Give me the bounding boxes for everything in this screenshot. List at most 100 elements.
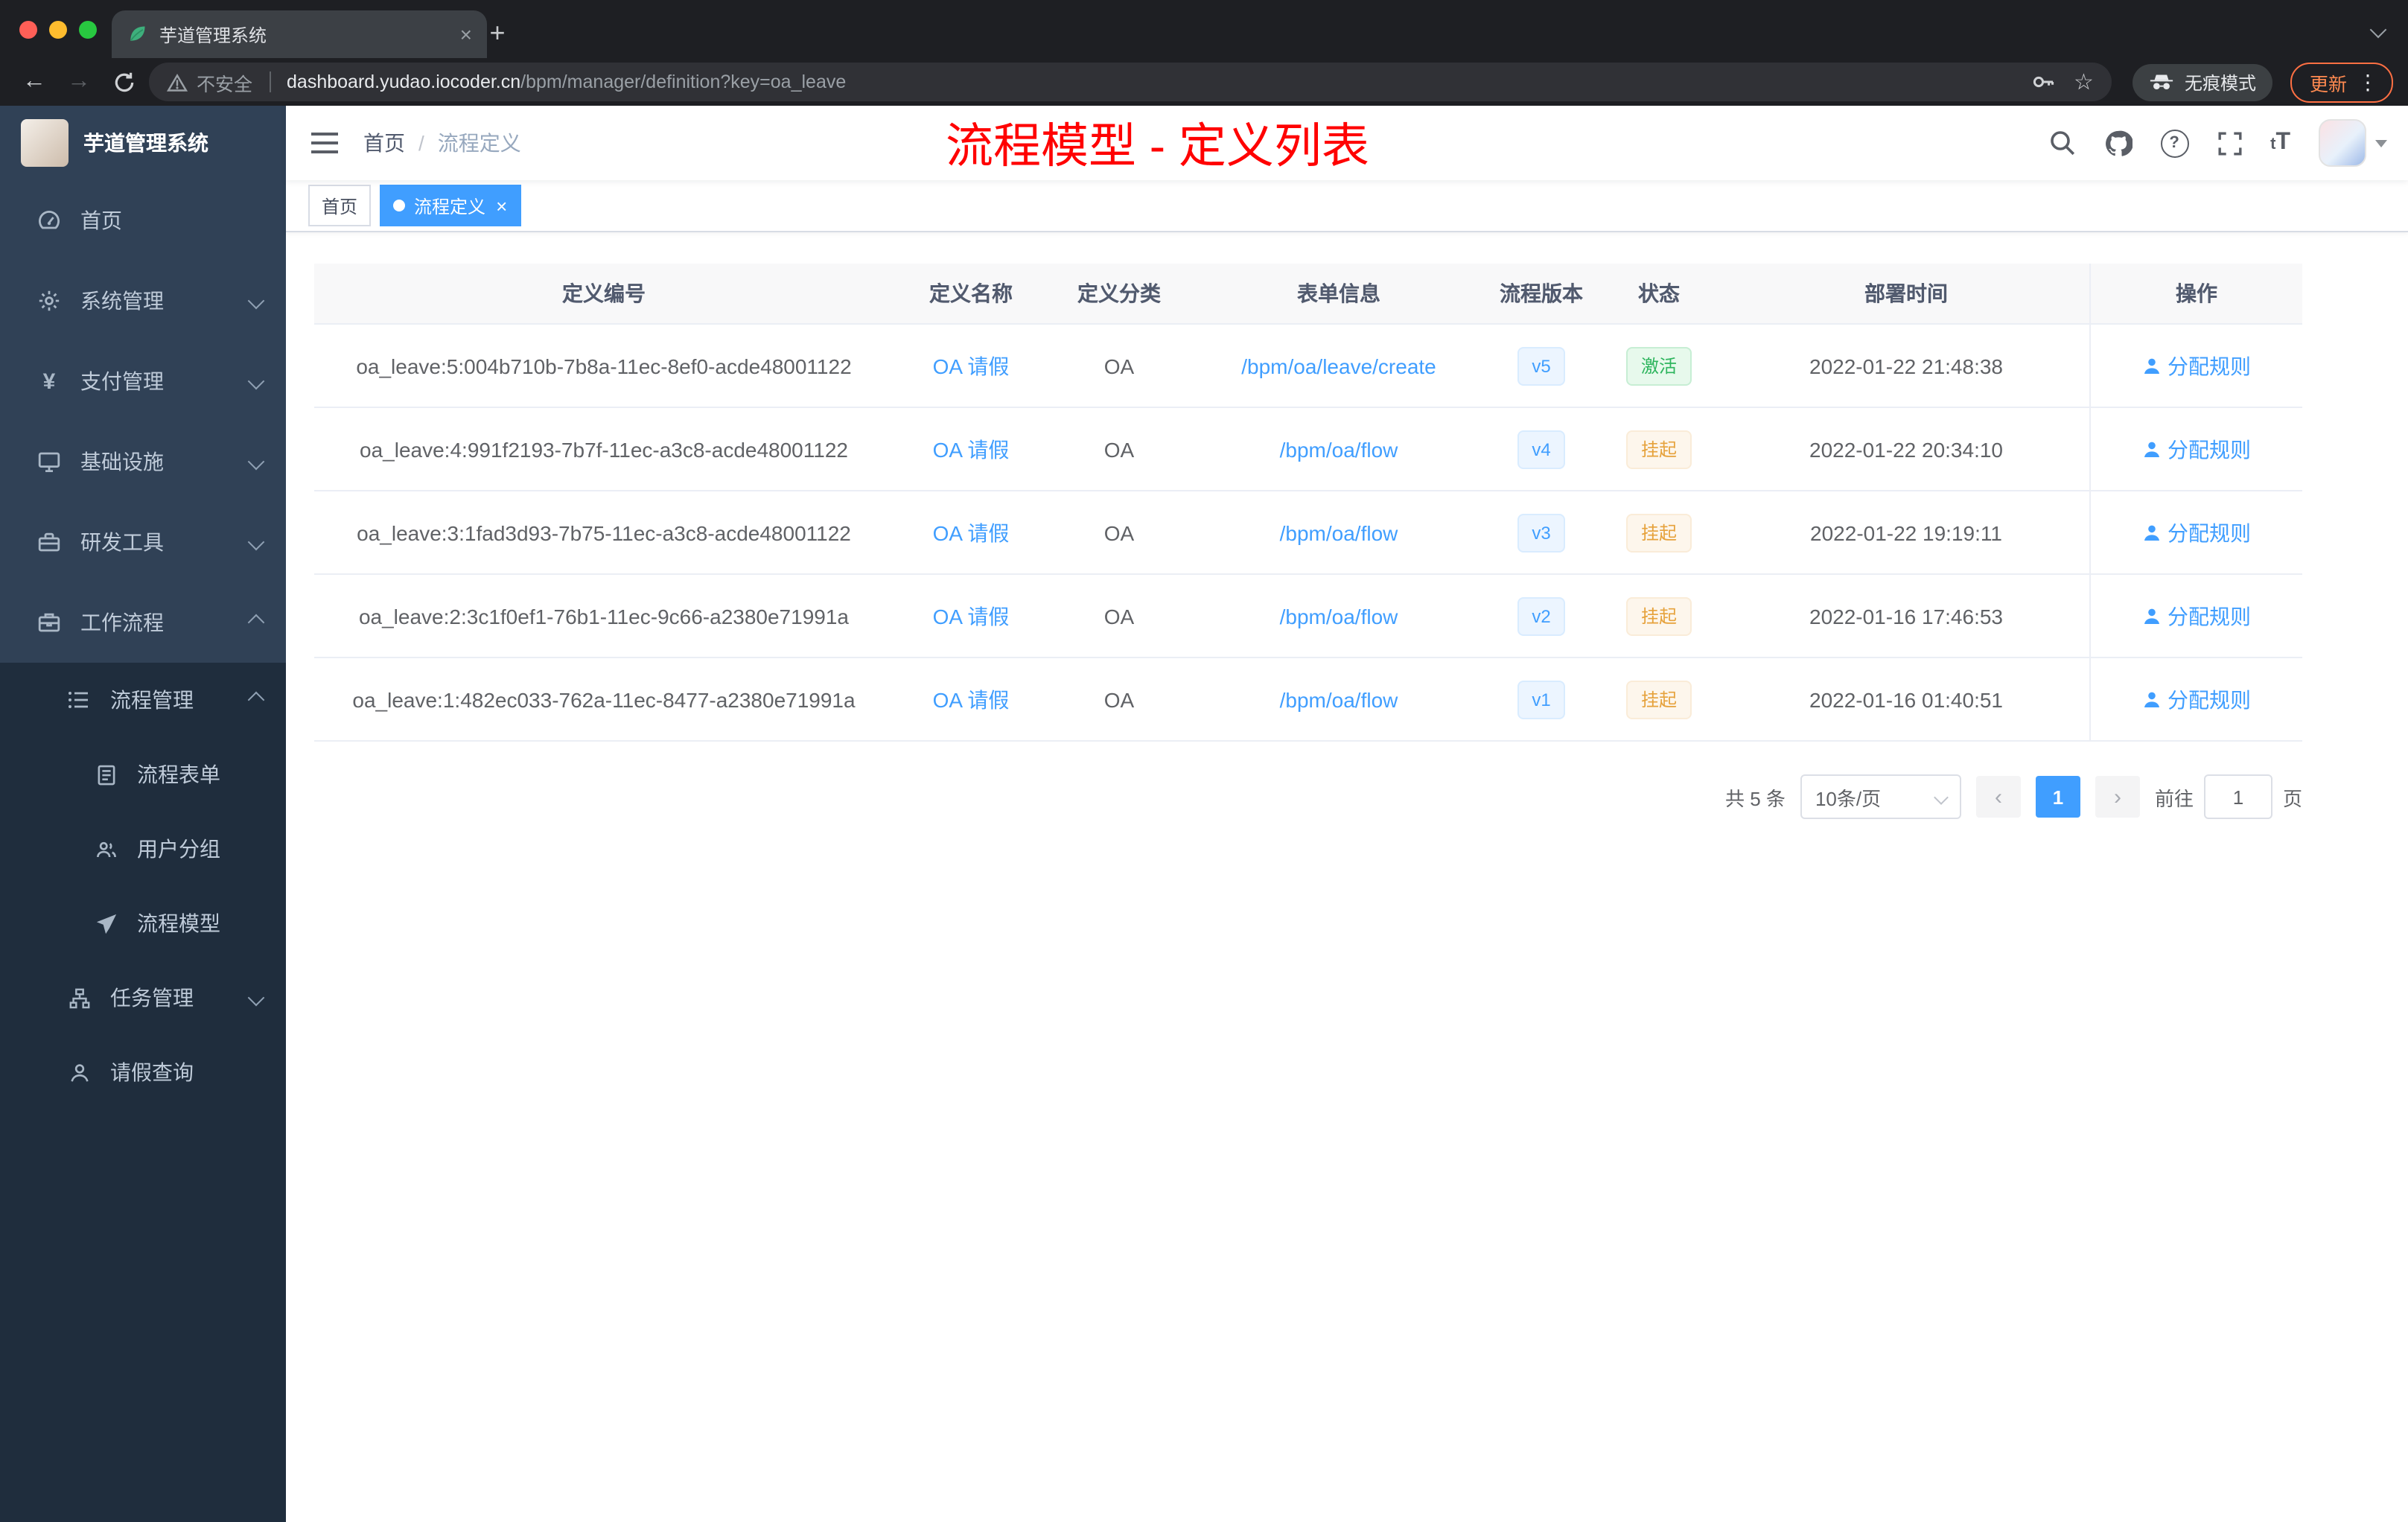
form-link[interactable]: /bpm/oa/flow: [1280, 437, 1398, 461]
url-text: dashboard.yudao.iocoder.cn/bpm/manager/d…: [287, 71, 846, 92]
warning-triangle-icon: [167, 72, 188, 92]
close-window-button[interactable]: [19, 20, 37, 38]
goto-page-input[interactable]: [2203, 774, 2272, 819]
zoom-window-button[interactable]: [79, 20, 97, 38]
minimize-window-button[interactable]: [49, 20, 67, 38]
form-link[interactable]: /bpm/oa/flow: [1280, 687, 1398, 711]
definition-table: 定义编号 定义名称 定义分类 表单信息 流程版本 状态 部署时间 操作 oa_l…: [314, 264, 2302, 742]
sidebar-item-label: 支付管理: [80, 369, 164, 393]
tag-home[interactable]: 首页: [308, 185, 372, 226]
assign-rule-link[interactable]: 分配规则: [2142, 434, 2251, 464]
form-link[interactable]: /bpm/oa/leave/create: [1241, 354, 1436, 378]
page-size-select[interactable]: 10条/页: [1800, 774, 1961, 819]
sidebar-item-task-management[interactable]: 任务管理: [0, 961, 286, 1035]
form-link[interactable]: /bpm/oa/flow: [1280, 520, 1398, 544]
sidebar-toggle-button[interactable]: [286, 133, 363, 153]
status-tag: 挂起: [1625, 430, 1692, 468]
page-number-button[interactable]: 1: [2035, 776, 2080, 818]
new-tab-button[interactable]: +: [477, 12, 518, 54]
sidebar-item-workflow[interactable]: 工作流程: [0, 582, 286, 663]
sidebar-item-label: 流程管理: [110, 688, 194, 712]
app-logo-image: [21, 119, 69, 167]
forward-button[interactable]: →: [60, 64, 98, 100]
password-key-icon[interactable]: [2030, 70, 2054, 94]
page-annotation: 流程模型 - 定义列表: [946, 119, 1369, 173]
tag-label: 首页: [322, 196, 358, 217]
table-row: oa_leave:3:1fad3d93-7b75-11ec-a3c8-acde4…: [314, 491, 2302, 575]
sidebar-item-leave-query[interactable]: 请假查询: [0, 1035, 286, 1109]
tag-process-definition[interactable]: 流程定义 ×: [380, 185, 521, 226]
sidebar-item-dev-tools[interactable]: 研发工具: [0, 502, 286, 582]
sidebar-item-user-groups[interactable]: 用户分组: [0, 812, 286, 886]
tag-close-icon[interactable]: ×: [496, 194, 507, 217]
chevron-up-icon: [247, 691, 265, 709]
column-header: 定义名称: [929, 281, 1013, 305]
sidebar-item-label: 基础设施: [80, 450, 164, 474]
goto-label: 前往: [2154, 787, 2194, 809]
app-navbar: 首页 / 流程定义 流程模型 - 定义列表 ? tT: [286, 106, 2408, 180]
status-tag: 挂起: [1625, 513, 1692, 552]
sidebar-item-label: 任务管理: [110, 986, 194, 1010]
breadcrumb-home[interactable]: 首页: [363, 128, 405, 158]
avatar[interactable]: [2319, 119, 2366, 167]
deploy-time: 2022-01-16 01:40:51: [1809, 687, 2003, 711]
sidebar-item-payment[interactable]: ¥ 支付管理: [0, 341, 286, 421]
pagination-total: 共 5 条: [1725, 787, 1786, 809]
sidebar-item-label: 流程模型: [137, 911, 220, 935]
address-bar[interactable]: 不安全 dashboard.yudao.iocoder.cn/bpm/manag…: [149, 63, 2112, 101]
sidebar-submenu: 流程管理 流程表单 用户分组 流程模型 任务管理 请假查询: [0, 663, 286, 1109]
browser-update-button[interactable]: 更新 ⋮: [2290, 62, 2393, 102]
user-menu[interactable]: [2319, 119, 2387, 167]
definition-name-link[interactable]: OA 请假: [933, 518, 1010, 547]
definition-name-link[interactable]: OA 请假: [933, 434, 1010, 464]
back-button[interactable]: ←: [15, 64, 54, 100]
tab-close-icon[interactable]: ×: [460, 22, 472, 46]
dashboard-icon: [36, 208, 63, 232]
navbar-actions: ? tT: [2048, 119, 2408, 167]
url-host: dashboard.yudao.iocoder.cn: [287, 71, 521, 92]
security-chip[interactable]: 不安全: [167, 68, 252, 96]
form-icon: [92, 763, 119, 786]
definition-name-link[interactable]: OA 请假: [933, 601, 1010, 631]
assign-rule-link[interactable]: 分配规则: [2142, 351, 2251, 380]
deploy-time: 2022-01-16 17:46:53: [1809, 604, 2003, 628]
browser-toolbar: ← → 不安全 dashboard.yudao.iocoder.cn/bpm/m…: [0, 58, 2408, 106]
yen-icon: ¥: [42, 369, 56, 394]
assign-rule-link[interactable]: 分配规则: [2142, 518, 2251, 547]
prev-page-button[interactable]: ‹: [1975, 776, 2021, 818]
sidebar-item-process-models[interactable]: 流程模型: [0, 886, 286, 961]
help-icon[interactable]: ?: [2160, 129, 2189, 157]
assign-rule-link[interactable]: 分配规则: [2142, 684, 2251, 714]
sidebar-item-label: 系统管理: [80, 289, 164, 313]
sidebar-item-home[interactable]: 首页: [0, 180, 286, 261]
reload-button[interactable]: [104, 64, 143, 100]
fullscreen-icon[interactable]: [2217, 130, 2242, 156]
font-size-icon[interactable]: tT: [2270, 130, 2290, 156]
bookmark-star-icon[interactable]: ☆: [2074, 69, 2094, 95]
form-link[interactable]: /bpm/oa/flow: [1280, 604, 1398, 628]
browser-menu-kebab-icon[interactable]: ⋮: [2357, 69, 2378, 95]
user-small-icon: [2142, 607, 2160, 625]
version-tag: v2: [1517, 596, 1566, 635]
status-tag: 挂起: [1625, 680, 1692, 719]
github-icon[interactable]: [2103, 129, 2133, 157]
search-icon[interactable]: [2048, 130, 2075, 156]
sidebar-item-infrastructure[interactable]: 基础设施: [0, 421, 286, 502]
user-small-icon: [2142, 440, 2160, 458]
next-page-button[interactable]: ›: [2095, 776, 2140, 818]
definition-name-link[interactable]: OA 请假: [933, 351, 1010, 380]
sidebar-item-process-management[interactable]: 流程管理: [0, 663, 286, 737]
sidebar-item-label: 用户分组: [137, 837, 220, 861]
assign-rule-link[interactable]: 分配规则: [2142, 601, 2251, 631]
definition-name-link[interactable]: OA 请假: [933, 684, 1010, 714]
sidebar-item-label: 工作流程: [80, 611, 164, 634]
definition-category: OA: [1103, 354, 1135, 378]
tree-list-icon: [66, 688, 92, 712]
table-row: oa_leave:4:991f2193-7b7f-11ec-a3c8-acde4…: [314, 408, 2302, 491]
assign-rule-label: 分配规则: [2167, 520, 2251, 544]
sidebar-item-system[interactable]: 系统管理: [0, 261, 286, 341]
sidebar-item-process-forms[interactable]: 流程表单: [0, 737, 286, 812]
tab-search-chevron-icon[interactable]: [2369, 20, 2387, 38]
browser-tab[interactable]: 芋道管理系统 ×: [112, 10, 487, 58]
chevron-down-icon: [247, 453, 265, 471]
